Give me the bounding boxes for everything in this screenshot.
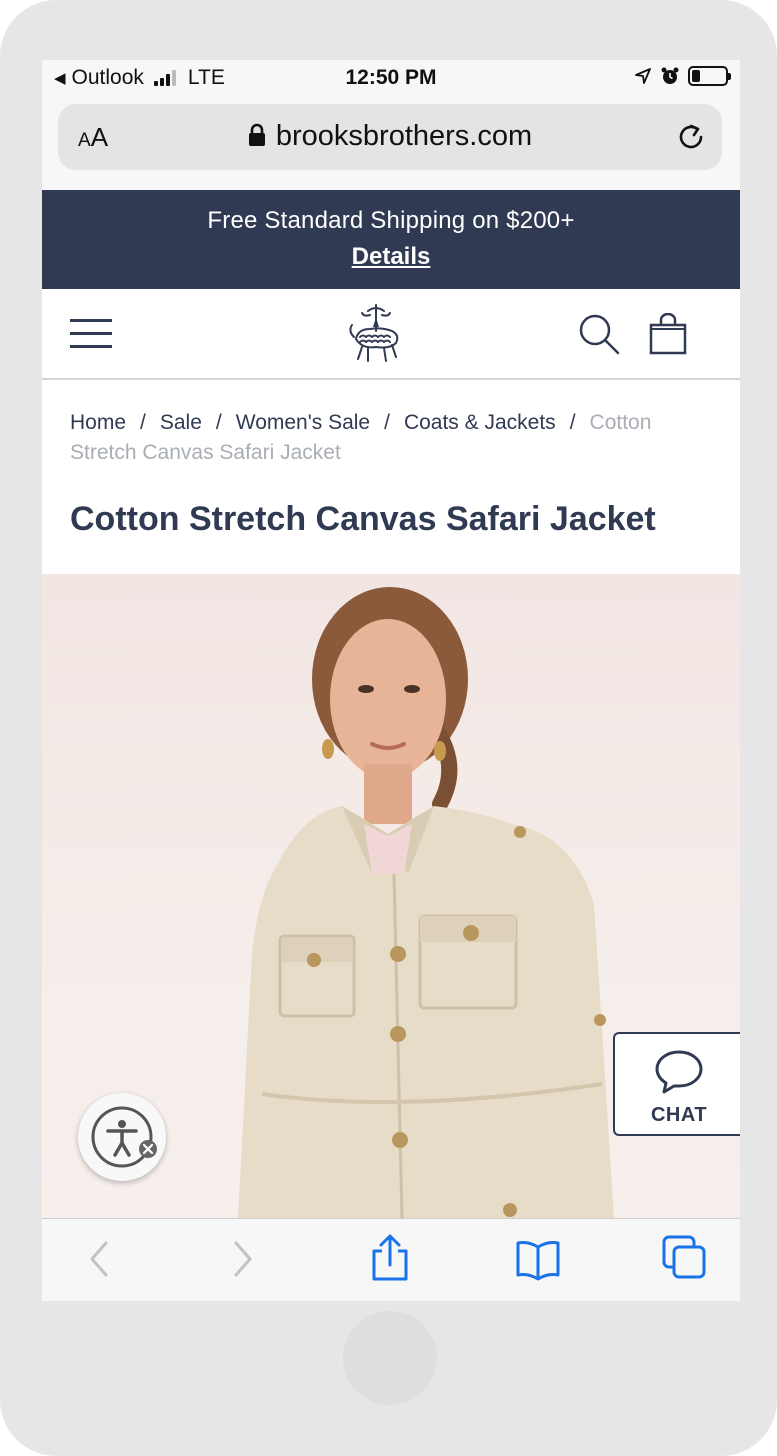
breadcrumb-sale[interactable]: Sale [160, 411, 202, 434]
accessibility-button[interactable] [78, 1093, 166, 1181]
chat-label: CHAT [650, 1104, 708, 1126]
promo-details-link[interactable]: Details [352, 243, 431, 271]
status-bar: ◀ Outlook LTE 12:50 PM [42, 60, 740, 96]
safari-address-area: AA brooksbrothers.com [42, 96, 740, 190]
breadcrumb: Home / Sale / Women's Sale / Coats & Jackets / C… [70, 408, 710, 468]
breadcrumb-separator: / [384, 411, 390, 434]
location-arrow-icon [635, 68, 651, 84]
hamburger-menu-icon[interactable] [70, 319, 112, 348]
search-icon[interactable] [578, 313, 620, 355]
url-display[interactable]: brooksbrothers.com [58, 120, 722, 153]
tabs-icon[interactable] [660, 1233, 708, 1283]
safari-toolbar [42, 1218, 740, 1301]
home-button[interactable] [343, 1311, 437, 1405]
site-header [42, 289, 740, 380]
breadcrumb-home[interactable]: Home [70, 411, 126, 434]
phone-device: ◀ Outlook LTE 12:50 PM AA brooksbrothers… [0, 0, 777, 1456]
lock-icon [248, 123, 265, 146]
breadcrumb-separator: / [215, 411, 222, 434]
speech-bubble-icon [655, 1050, 703, 1094]
alarm-icon [661, 67, 679, 84]
chevron-right-icon[interactable] [228, 1237, 258, 1281]
book-icon[interactable] [514, 1237, 562, 1281]
breadcrumb-separator: / [140, 411, 146, 434]
share-icon[interactable] [368, 1233, 412, 1283]
shipping-promo-banner: Free Standard Shipping on $200+ Details [42, 190, 740, 289]
battery-fill [692, 70, 700, 82]
address-bar[interactable]: AA brooksbrothers.com [58, 104, 722, 170]
url-domain: brooksbrothers.com [275, 120, 533, 152]
breadcrumb-womens-sale[interactable]: Women's Sale [236, 411, 370, 434]
chat-button[interactable]: CHAT [613, 1032, 740, 1136]
battery-icon [688, 66, 731, 86]
golden-fleece-logo[interactable] [346, 303, 406, 365]
chevron-left-icon[interactable] [84, 1237, 114, 1281]
phone-screen: ◀ Outlook LTE 12:50 PM AA brooksbrothers… [42, 60, 740, 1301]
reload-icon[interactable] [674, 120, 708, 154]
product-title: Cotton Stretch Canvas Safari Jacket [70, 500, 656, 538]
breadcrumb-coats-jackets[interactable]: Coats & Jackets [404, 411, 556, 434]
promo-text: Free Standard Shipping on $200+ [207, 207, 575, 234]
shopping-bag-icon[interactable] [648, 313, 688, 355]
status-right [634, 66, 731, 86]
breadcrumb-separator: / [569, 411, 576, 434]
accessibility-icon [91, 1106, 157, 1168]
